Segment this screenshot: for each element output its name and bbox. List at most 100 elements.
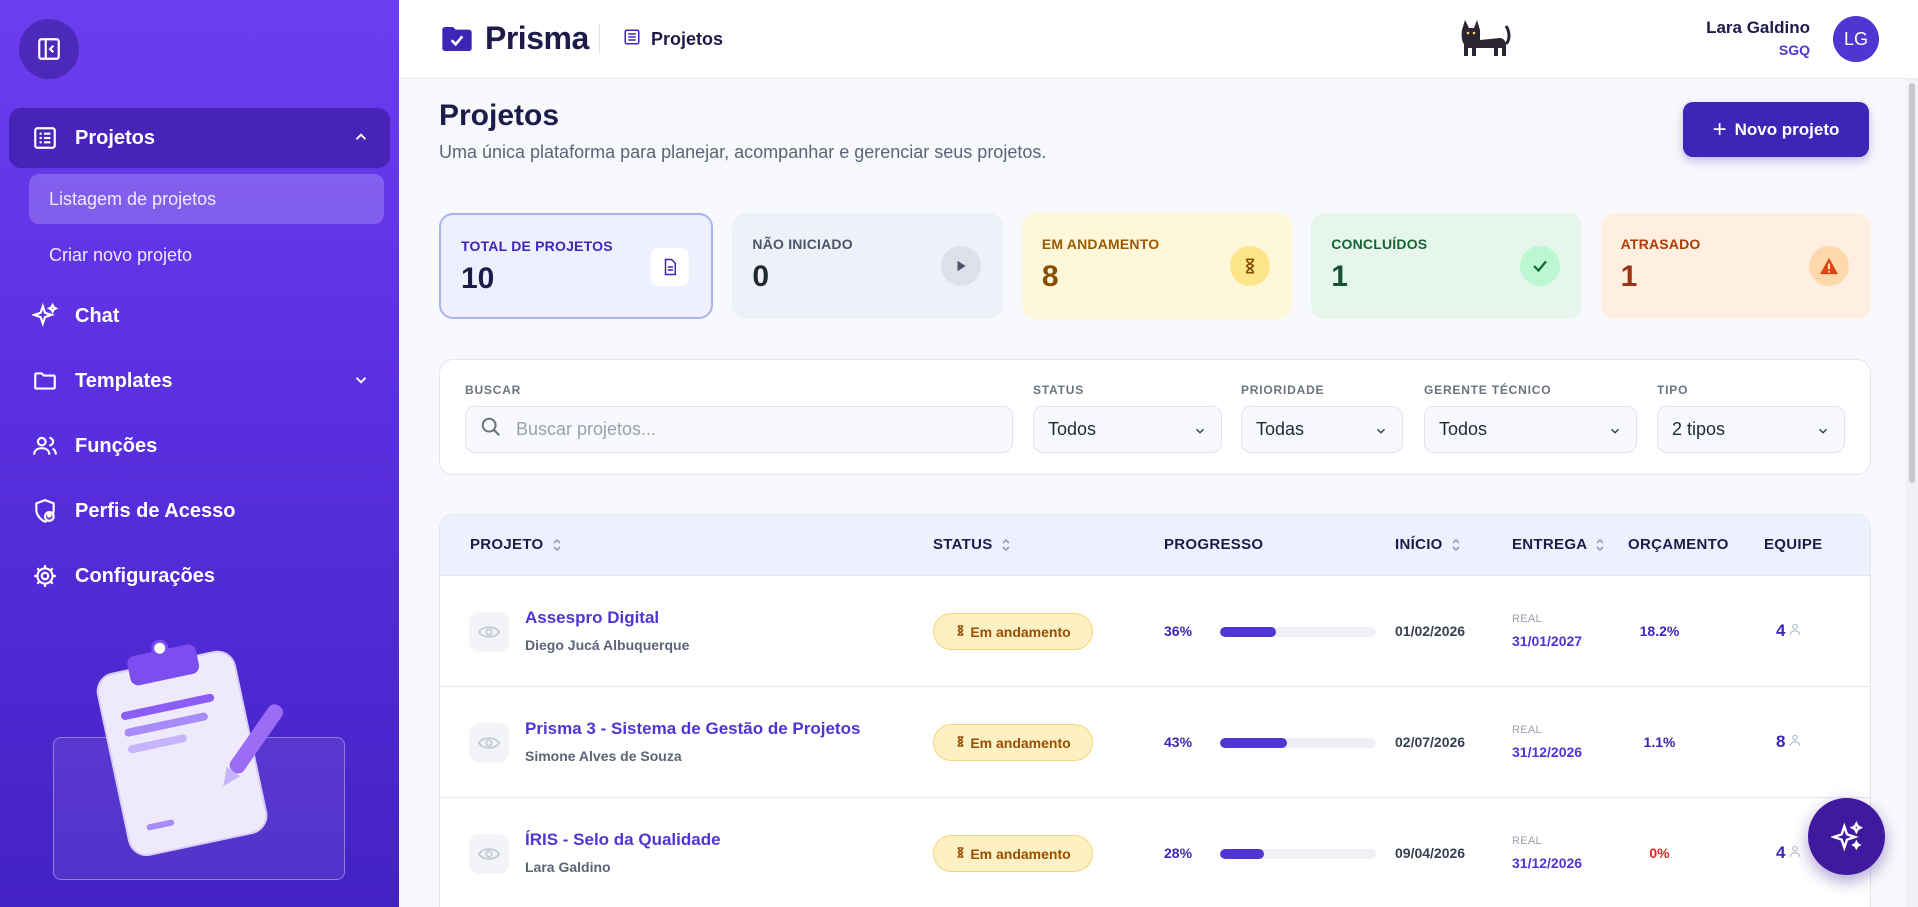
- progress-percent: 36%: [1164, 623, 1193, 639]
- breadcrumb-label: Projetos: [651, 29, 724, 49]
- progress-bar: [1220, 627, 1376, 637]
- eye-icon[interactable]: [469, 612, 509, 652]
- table-row[interactable]: Assespro Digital Diego Jucá Albuquerque …: [440, 576, 1870, 687]
- progress-fill: [1220, 627, 1277, 637]
- stat-card-atrasado[interactable]: ATRASADO 1: [1600, 213, 1872, 319]
- type-select-value: 2 tipos: [1672, 419, 1726, 439]
- team-count: 4: [1776, 621, 1802, 641]
- scroll-thumb[interactable]: [1909, 83, 1915, 483]
- column-header-equipe: EQUIPE: [1764, 536, 1823, 553]
- delivery-date: 31/12/2026: [1512, 744, 1583, 760]
- stat-card-concluidos[interactable]: CONCLUÍDOS 1: [1311, 213, 1582, 319]
- document-icon: [651, 248, 690, 286]
- progress-fill: [1220, 849, 1264, 859]
- chevron-down-icon: [1195, 428, 1205, 434]
- column-header-entrega[interactable]: ENTREGA: [1512, 536, 1605, 553]
- list-icon: [623, 28, 641, 51]
- avatar[interactable]: LG: [1833, 16, 1879, 62]
- sparkles-icon: [31, 302, 59, 330]
- chevron-down-icon: [355, 377, 367, 384]
- manager-select[interactable]: Todos: [1424, 406, 1637, 453]
- sidebar-subitem-criar[interactable]: Criar novo projeto: [29, 230, 384, 280]
- project-name-link[interactable]: Assespro Digital: [525, 608, 659, 628]
- column-header-inicio[interactable]: INÍCIO: [1395, 536, 1461, 553]
- projects-table: PROJETO STATUS PROGRESSO INÍCIO ENTREGA …: [439, 514, 1871, 907]
- sidebar-item-configuracoes[interactable]: Configurações: [9, 546, 390, 606]
- sort-icon: [1452, 538, 1460, 551]
- sidebar-collapse-button[interactable]: [19, 19, 79, 79]
- play-icon: [940, 246, 981, 286]
- status-select-value: Todos: [1048, 419, 1097, 439]
- stat-card-total[interactable]: TOTAL DE PROJETOS 10: [439, 213, 714, 319]
- column-header-status[interactable]: STATUS: [933, 536, 1011, 553]
- budget-value: 1.1%: [1643, 734, 1676, 750]
- project-name-link[interactable]: ÍRIS - Selo da Qualidade: [525, 830, 721, 850]
- ai-assistant-button[interactable]: [1808, 798, 1885, 875]
- page-scrollbar[interactable]: [1906, 79, 1918, 907]
- eye-icon[interactable]: [469, 834, 509, 874]
- progress-fill: [1220, 738, 1288, 748]
- clipboard-illustration: [53, 640, 345, 880]
- top-header: Prisma Projetos Lara Galdino SGQ LG: [399, 0, 1918, 79]
- eye-icon[interactable]: [469, 723, 509, 763]
- hourglass-icon: [955, 624, 966, 640]
- breadcrumb[interactable]: Projetos: [623, 28, 723, 51]
- sidebar-item-label: Perfis de Acesso: [75, 499, 236, 522]
- sidebar-item-label: Configurações: [75, 564, 216, 587]
- progress-bar: [1220, 849, 1376, 859]
- delivery-date: 31/01/2027: [1512, 633, 1583, 649]
- status-select[interactable]: Todos: [1033, 406, 1222, 453]
- user-info[interactable]: Lara Galdino SGQ: [1706, 18, 1810, 58]
- manager-select-value: Todos: [1439, 419, 1488, 439]
- user-role: SGQ: [1778, 42, 1810, 58]
- budget-value: 0%: [1649, 845, 1670, 861]
- sidebar-item-templates[interactable]: Templates: [9, 351, 390, 411]
- chevron-down-icon: [1818, 428, 1828, 434]
- user-icon: [1788, 843, 1802, 863]
- sidebar-item-label: Funções: [75, 434, 158, 457]
- progress-percent: 28%: [1164, 845, 1193, 861]
- stat-card-em-andamento[interactable]: EM ANDAMENTO 8: [1021, 213, 1293, 319]
- folder-check-icon: [442, 26, 472, 51]
- filters-panel: BUSCAR Buscar projetos... STATUS Todos P…: [439, 359, 1871, 475]
- sparkles-icon: [1830, 820, 1863, 851]
- hourglass-icon: [955, 735, 966, 751]
- chevron-up-icon: [355, 133, 367, 140]
- cat-mascot-icon: [1456, 14, 1512, 65]
- search-input[interactable]: Buscar projetos...: [465, 406, 1013, 453]
- stat-card-nao-iniciado[interactable]: NÃO INICIADO 0: [732, 213, 1003, 319]
- type-select[interactable]: 2 tipos: [1657, 406, 1845, 453]
- users-icon: [31, 432, 59, 460]
- list-icon: [31, 124, 59, 152]
- start-date: 09/04/2026: [1395, 845, 1466, 861]
- sidebar-item-projetos[interactable]: Projetos: [9, 108, 390, 168]
- column-header-orcamento: ORÇAMENTO: [1628, 536, 1729, 553]
- delivery-label: REAL: [1512, 835, 1542, 847]
- progress-percent: 43%: [1164, 734, 1193, 750]
- priority-select[interactable]: Todas: [1241, 406, 1403, 453]
- brand-logo[interactable]: Prisma: [441, 20, 589, 57]
- sidebar: Projetos Listagem de projetos Criar novo…: [0, 0, 399, 907]
- sidebar-nav: Projetos Listagem de projetos Criar novo…: [0, 108, 399, 606]
- search-icon: [480, 416, 502, 443]
- manager-filter-label: GERENTE TÉCNICO: [1424, 383, 1552, 397]
- delivery-label: REAL: [1512, 613, 1542, 625]
- table-row[interactable]: ÍRIS - Selo da Qualidade Lara Galdino Em…: [440, 798, 1870, 907]
- project-manager: Diego Jucá Albuquerque: [525, 637, 690, 653]
- sidebar-item-label: Chat: [75, 304, 120, 327]
- header-divider: [599, 24, 600, 54]
- hourglass-icon: [955, 846, 966, 862]
- start-date: 02/07/2026: [1395, 734, 1466, 750]
- sidebar-item-funcoes[interactable]: Funções: [9, 416, 390, 476]
- warning-icon: [1809, 246, 1850, 286]
- project-name-link[interactable]: Prisma 3 - Sistema de Gestão de Projetos: [525, 719, 860, 739]
- status-badge: Em andamento: [933, 613, 1093, 650]
- new-project-button[interactable]: + Novo projeto: [1683, 102, 1869, 157]
- sidebar-subitem-listagem[interactable]: Listagem de projetos: [29, 174, 384, 224]
- status-badge: Em andamento: [933, 724, 1093, 761]
- team-count: 4: [1776, 843, 1802, 863]
- sidebar-item-perfis[interactable]: Perfis de Acesso: [9, 481, 390, 541]
- column-header-projeto[interactable]: PROJETO: [470, 536, 562, 553]
- sidebar-item-chat[interactable]: Chat: [9, 286, 390, 346]
- table-row[interactable]: Prisma 3 - Sistema de Gestão de Projetos…: [440, 687, 1870, 798]
